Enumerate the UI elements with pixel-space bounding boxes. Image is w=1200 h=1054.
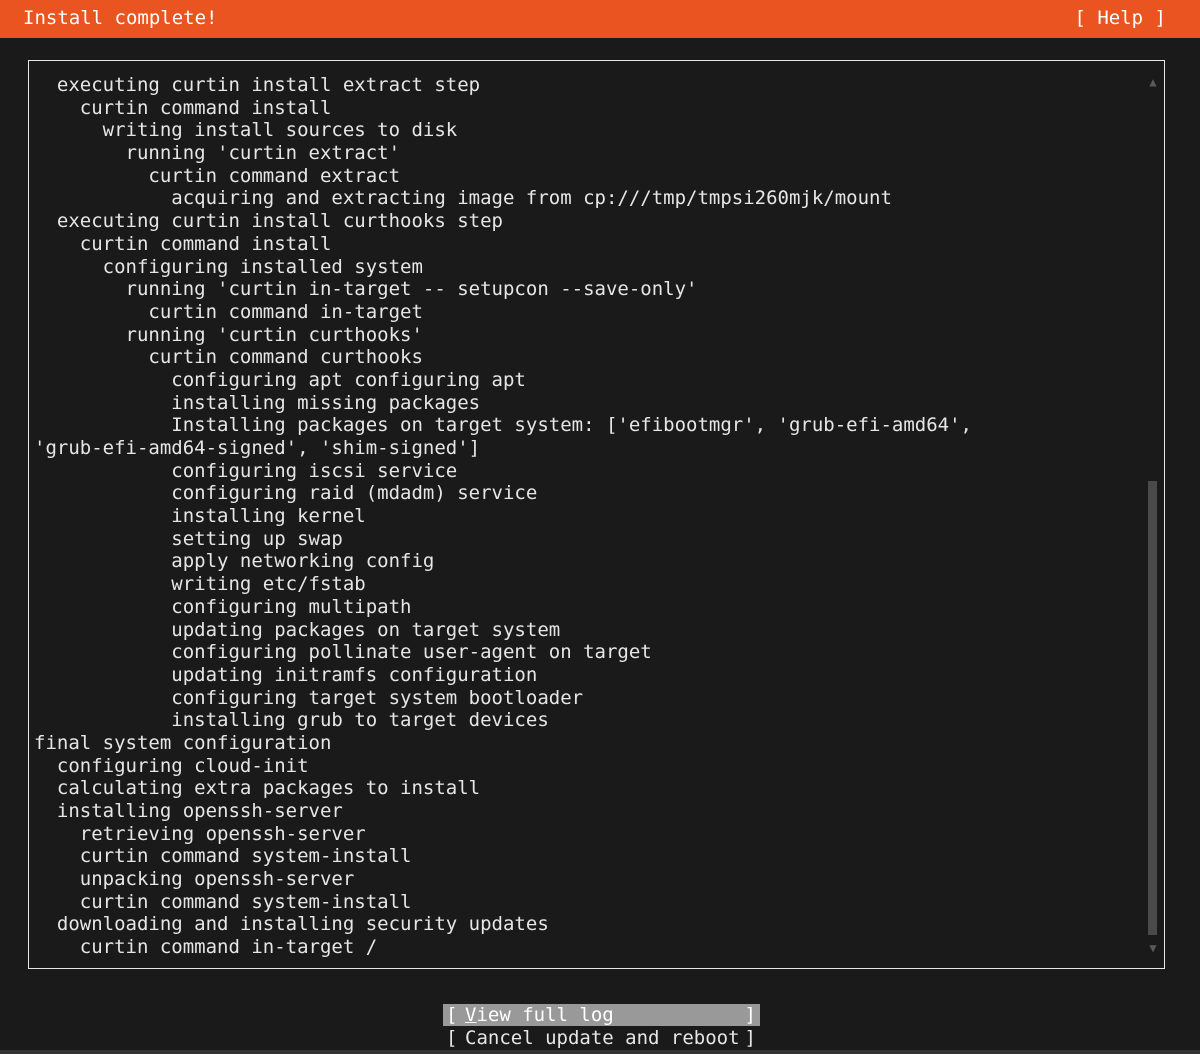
log-line: writing etc/fstab: [34, 573, 366, 596]
log-line: writing install sources to disk: [34, 119, 458, 142]
log-line: curtin command system-install: [34, 890, 412, 913]
log-line: downloading and installing security upda…: [34, 913, 549, 936]
log-line: apply networking config: [34, 550, 435, 573]
log-line: curtin command in-target /: [34, 936, 378, 959]
log-line: final system configuration: [34, 731, 332, 754]
log-line: unpacking openssh-server: [34, 868, 355, 891]
log-line: calculating extra packages to install: [34, 777, 481, 800]
log-line: installing missing packages: [34, 391, 481, 414]
install-log-list: executing curtin install extract step cu…: [34, 74, 972, 959]
bottom-strip: [0, 1050, 1200, 1054]
scrollbar-thumb[interactable]: [1148, 481, 1157, 935]
cancel-update-and-reboot-button[interactable]: [ Cancel update and reboot ]: [443, 1027, 760, 1049]
log-line: updating initramfs configuration: [34, 663, 538, 686]
log-line: setting up swap: [34, 527, 343, 550]
log-line: configuring pollinate user-agent on targ…: [34, 641, 652, 664]
log-line: curtin command extract: [34, 164, 401, 187]
log-line: installing grub to target devices: [34, 709, 549, 732]
install-log-panel[interactable]: executing curtin install extract step cu…: [28, 60, 1165, 969]
button-bracket-left: [: [446, 1004, 458, 1026]
button-bracket-right: ]: [744, 1004, 756, 1026]
log-line: executing curtin install curthooks step: [34, 210, 503, 233]
help-button[interactable]: [ Help ]: [1074, 6, 1166, 30]
log-line: curtin command system-install: [34, 845, 412, 868]
button-bracket-right: ]: [744, 1027, 756, 1049]
log-line: running 'curtin extract': [34, 142, 401, 165]
log-line: 'grub-efi-amd64-signed', 'shim-signed']: [34, 437, 481, 459]
log-line: running 'curtin curthooks': [34, 323, 423, 346]
button-label-rest: iew full log: [476, 1004, 614, 1026]
log-scrollbar[interactable]: ▲ ▼: [1146, 75, 1160, 955]
log-line: Installing packages on target system: ['…: [34, 414, 972, 437]
log-line: retrieving openssh-server: [34, 822, 366, 845]
button-hotkey-letter: V: [465, 1004, 477, 1026]
page-title: Install complete!: [23, 7, 218, 29]
log-line: configuring apt configuring apt: [34, 368, 526, 391]
log-line: configuring target system bootloader: [34, 686, 584, 709]
log-line: curtin command curthooks: [34, 346, 423, 369]
log-line: running 'curtin in-target -- setupcon --…: [34, 278, 698, 301]
log-line: updating packages on target system: [34, 618, 561, 641]
log-line: configuring multipath: [34, 595, 412, 618]
log-line: curtin command in-target: [34, 300, 423, 323]
log-line: curtin command install: [34, 96, 332, 119]
scroll-down-icon[interactable]: ▼: [1146, 941, 1160, 955]
log-line: configuring raid (mdadm) service: [34, 482, 538, 505]
log-line: configuring cloud-init: [34, 754, 309, 777]
scroll-up-icon[interactable]: ▲: [1146, 75, 1160, 89]
log-line: configuring iscsi service: [34, 459, 458, 482]
button-label: Cancel update and reboot: [465, 1027, 740, 1049]
view-full-log-button[interactable]: [ View full log ]: [443, 1004, 760, 1026]
log-line: acquiring and extracting image from cp:/…: [34, 187, 892, 210]
button-bracket-left: [: [446, 1027, 458, 1049]
button-label-rest: Cancel update and reboot: [465, 1027, 740, 1049]
log-line: executing curtin install extract step: [34, 74, 481, 96]
log-line: curtin command install: [34, 232, 332, 255]
button-label: View full log: [465, 1004, 614, 1026]
log-line: installing openssh-server: [34, 800, 343, 822]
log-line: installing kernel: [34, 505, 366, 528]
log-line: configuring installed system: [34, 255, 423, 278]
header-bar: Install complete! [ Help ]: [0, 0, 1200, 38]
